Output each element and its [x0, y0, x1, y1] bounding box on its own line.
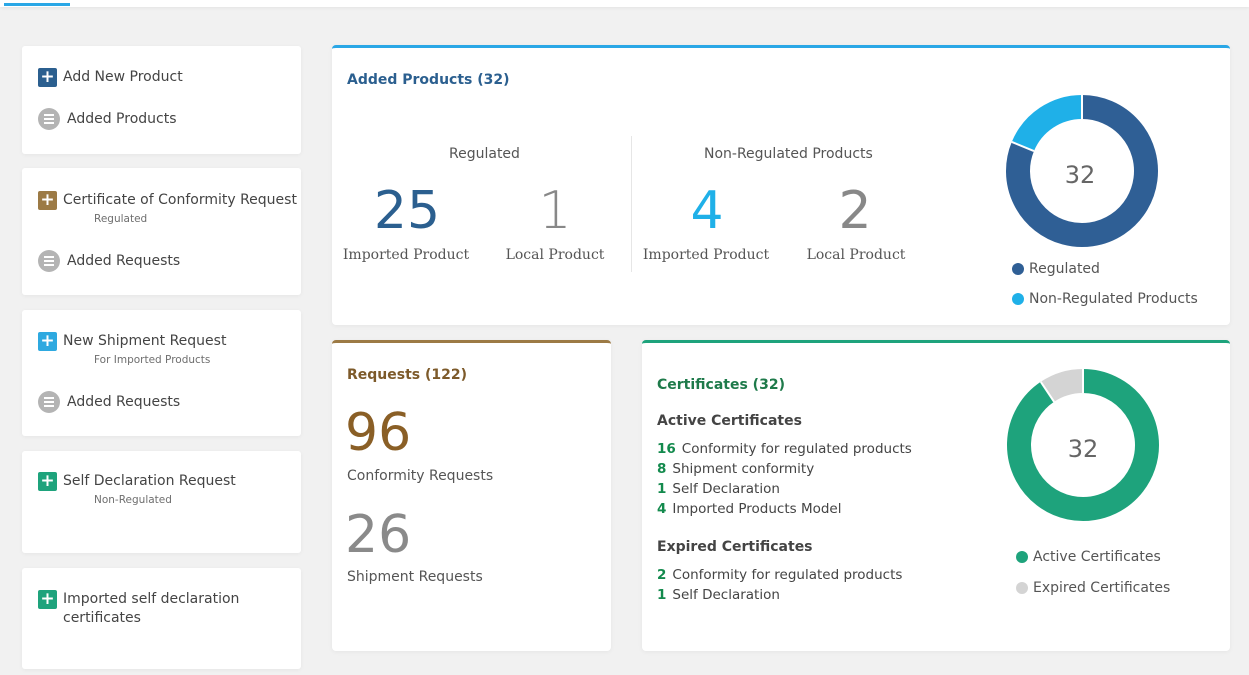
regulated-group-label: Regulated — [449, 146, 520, 162]
imported-self-declaration-label-line2: certificates — [63, 610, 141, 626]
products-actions-card: + Add New Product Added Products — [22, 46, 301, 154]
legend-expired-label: Expired Certificates — [1033, 580, 1171, 596]
legend-expired: Expired Certificates — [1016, 580, 1170, 596]
products-donut-total: 32 — [1065, 161, 1096, 189]
legend-non-regulated-label: Non-Regulated Products — [1029, 291, 1198, 307]
shipment-requests-label: Shipment Requests — [347, 569, 483, 585]
coc-request-label: Certificate of Conformity Request — [63, 192, 297, 208]
plus-icon: + — [38, 472, 57, 491]
self-declaration-sublabel: Non-Regulated — [94, 494, 172, 506]
certificates-title: Certificates (32) — [657, 377, 785, 393]
imported-self-declaration-card: + Imported self declaration certificates — [22, 568, 301, 669]
shipment-actions-card: + New Shipment Request For Imported Prod… — [22, 310, 301, 436]
non-regulated-group-label: Non-Regulated Products — [704, 146, 873, 162]
top-tab-bar — [0, 0, 1249, 7]
conformity-actions-card: + Certificate of Conformity Request Regu… — [22, 168, 301, 295]
added-products-panel: Added Products (32) Regulated 25 1 Impor… — [332, 45, 1230, 325]
add-new-product-link[interactable]: + Add New Product — [38, 68, 183, 87]
donut-slice-expired — [1040, 369, 1084, 403]
active-certificates-heading: Active Certificates — [657, 413, 802, 429]
list-icon — [38, 391, 60, 413]
added-requests-label: Added Requests — [67, 253, 181, 269]
plus-icon: + — [38, 191, 57, 210]
regulated-imported-label: Imported Product — [342, 247, 470, 263]
list-icon — [38, 250, 60, 272]
coc-request-sublabel: Regulated — [94, 213, 148, 225]
list-icon — [38, 108, 60, 130]
legend-non-regulated: Non-Regulated Products — [1012, 291, 1198, 307]
list-item: 8 Shipment conformity — [657, 461, 815, 477]
list-item: 16 Conformity for regulated products — [657, 441, 912, 457]
self-declaration-request-link[interactable]: + Self Declaration Request Non-Regulated — [38, 472, 236, 507]
certificates-donut-total: 32 — [1068, 435, 1099, 463]
regulated-local-label: Local Product — [505, 247, 605, 263]
add-new-product-label: Add New Product — [63, 69, 183, 85]
active-certificates-list: 16 Conformity for regulated products 8 Shi… — [657, 439, 912, 519]
requests-title: Requests (122) — [347, 367, 468, 383]
legend-regulated-label: Regulated — [1029, 261, 1100, 277]
non-regulated-local-count: 2 — [838, 181, 872, 241]
added-products-link[interactable]: Added Products — [38, 108, 177, 130]
conformity-requests-count: 96 — [345, 403, 412, 463]
added-shipment-requests-link[interactable]: Added Requests — [38, 391, 180, 413]
list-item: 2 Conformity for regulated products — [657, 567, 903, 583]
conformity-requests-label: Conformity Requests — [347, 468, 494, 484]
plus-icon: + — [38, 332, 57, 351]
certificates-panel: Certificates (32) Active Certificates 16… — [642, 340, 1230, 651]
self-declaration-card: + Self Declaration Request Non-Regulated — [22, 451, 301, 553]
plus-icon: + — [38, 590, 57, 609]
new-shipment-request-link[interactable]: + New Shipment Request For Imported Prod… — [38, 332, 226, 367]
legend-active: Active Certificates — [1016, 549, 1161, 565]
imported-self-declaration-link[interactable]: + Imported self declaration certificates — [38, 590, 239, 628]
legend-dot — [1016, 551, 1028, 563]
legend-active-label: Active Certificates — [1033, 549, 1161, 565]
legend-regulated: Regulated — [1012, 261, 1100, 277]
list-item: 4 Imported Products Model — [657, 501, 842, 517]
non-regulated-imported-label: Imported Product — [642, 247, 770, 263]
plus-icon: + — [38, 68, 57, 87]
donut-slice-non-regulated — [1011, 95, 1083, 152]
self-declaration-label: Self Declaration Request — [63, 473, 236, 489]
legend-dot — [1012, 293, 1024, 305]
list-item: 1 Self Declaration — [657, 481, 780, 497]
group-divider — [631, 136, 632, 272]
coc-request-link[interactable]: + Certificate of Conformity Request Regu… — [38, 191, 297, 226]
expired-certificates-list: 2 Conformity for regulated products 1 Self… — [657, 565, 902, 605]
products-donut-chart: 32 — [1006, 95, 1158, 247]
regulated-local-count: 1 — [538, 181, 572, 241]
requests-panel: Requests (122) 96 Conformity Requests 26… — [332, 340, 611, 651]
added-products-label: Added Products — [67, 111, 177, 127]
non-regulated-imported-count: 4 — [690, 181, 724, 241]
shipment-request-sublabel: For Imported Products — [94, 354, 211, 366]
non-regulated-local-label: Local Product — [806, 247, 906, 263]
expired-certificates-heading: Expired Certificates — [657, 539, 813, 555]
list-item: 1 Self Declaration — [657, 587, 780, 603]
active-tab-indicator — [4, 3, 70, 6]
shipment-requests-count: 26 — [345, 505, 412, 565]
added-products-title: Added Products (32) — [347, 72, 510, 88]
added-requests-link[interactable]: Added Requests — [38, 250, 180, 272]
legend-dot — [1012, 263, 1024, 275]
certificates-donut-chart: 32 — [1007, 369, 1159, 521]
regulated-imported-count: 25 — [373, 181, 441, 241]
imported-self-declaration-label-line1: Imported self declaration — [63, 591, 240, 607]
legend-dot — [1016, 582, 1028, 594]
shipment-request-label: New Shipment Request — [63, 333, 227, 349]
added-requests-label: Added Requests — [67, 394, 181, 410]
